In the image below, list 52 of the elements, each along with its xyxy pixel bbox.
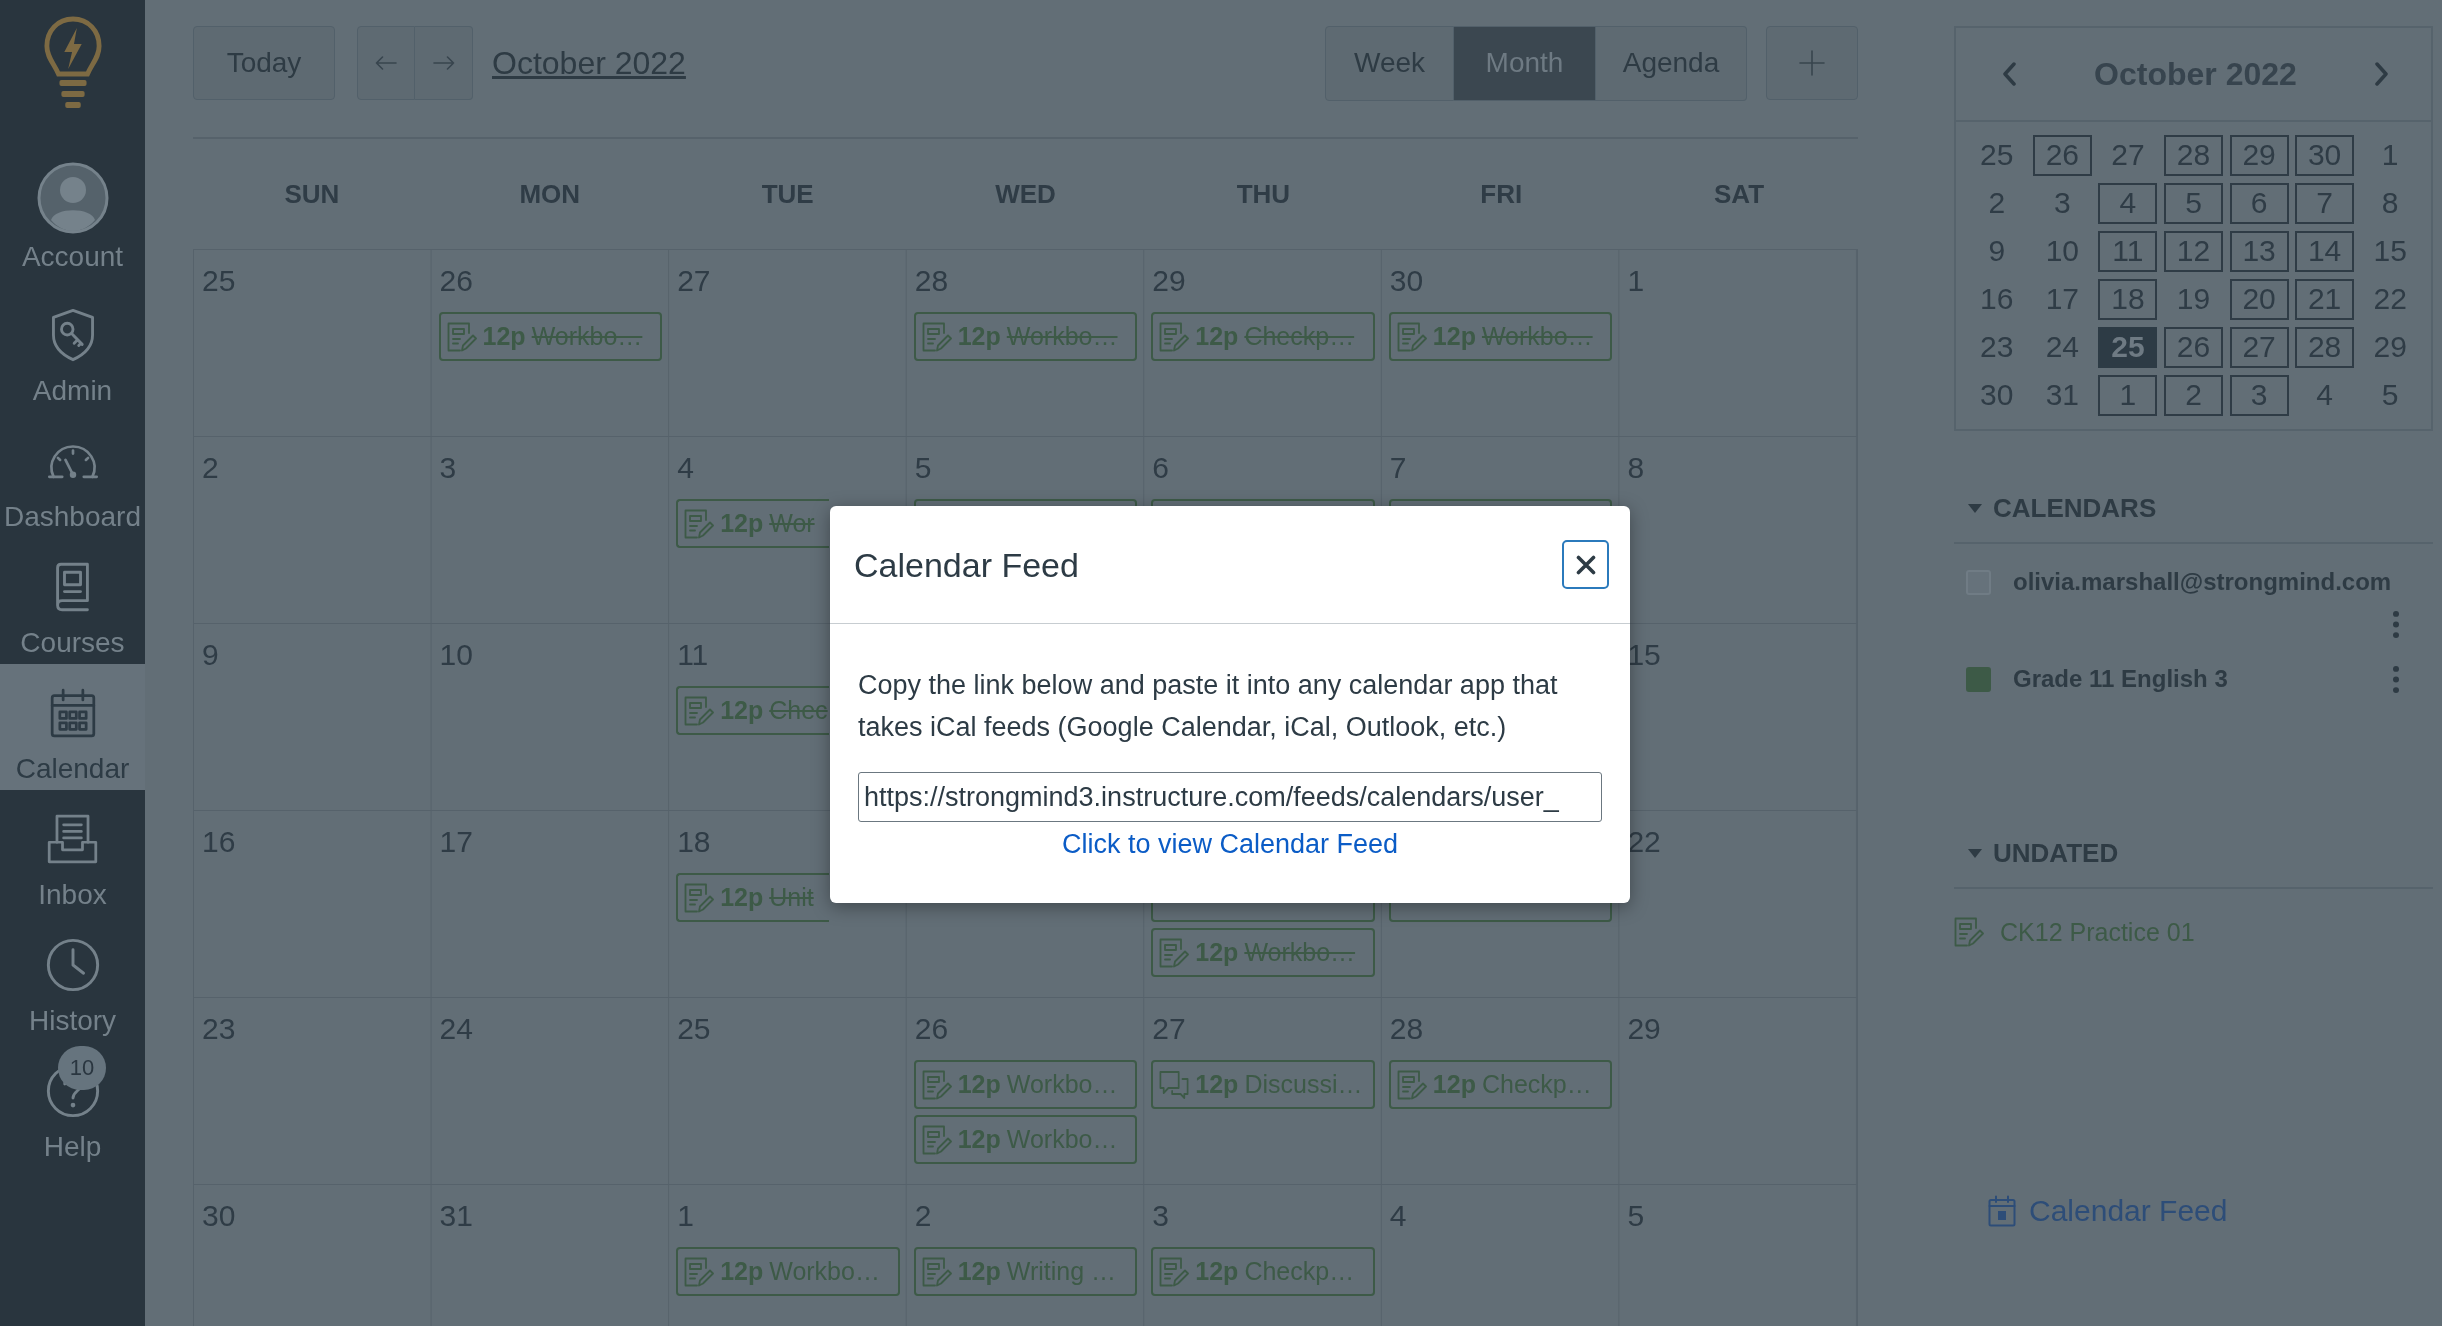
document-pencil-icon — [921, 321, 952, 352]
view-feed-link[interactable]: Click to view Calendar Feed — [1061, 829, 1399, 859]
document-pencil-icon — [1159, 1256, 1190, 1287]
inbox-icon — [47, 814, 98, 864]
document-pencil-icon — [684, 882, 715, 913]
document-pencil-icon — [921, 1124, 952, 1155]
close-button[interactable] — [1562, 540, 1609, 589]
chevron-right-icon — [2375, 62, 2389, 86]
nav-link[interactable]: Dashboard — [0, 412, 145, 538]
nav-link[interactable]: Calendar — [0, 664, 145, 790]
chevron-left-icon — [2002, 62, 2016, 86]
previous-month-button[interactable] — [2002, 62, 2016, 86]
nav-link[interactable]: Inbox — [0, 790, 145, 916]
document-pencil-icon — [684, 695, 715, 726]
nav-link[interactable]: Admin — [0, 286, 145, 412]
arrow-right-icon — [432, 56, 455, 70]
nav-link[interactable]: Account — [0, 160, 145, 286]
next-month-button[interactable] — [2375, 62, 2389, 86]
book-icon — [53, 562, 92, 612]
modal-title: Calendar Feed — [854, 544, 1079, 586]
mini-calendar-day[interactable]: 25 — [2098, 326, 2158, 368]
nav-link[interactable]: History — [0, 916, 145, 1042]
plus-icon — [1799, 50, 1825, 76]
previous-button[interactable] — [357, 26, 415, 100]
notification-badge: 10 — [58, 1046, 106, 1090]
document-pencil-icon — [921, 1069, 952, 1100]
nav-link[interactable]: Help 10 — [0, 1042, 145, 1168]
calendar-icon — [1988, 1195, 2016, 1227]
document-pencil-icon — [1396, 321, 1427, 352]
document-pencil-icon — [1159, 321, 1190, 352]
arrow-left-icon — [375, 56, 397, 70]
modal-message: Copy the link below and paste it into any calendar app that takes iCal feeds (Google Calendar, iCal, Outlook, etc.) — [858, 669, 1559, 744]
vertical-dots-icon — [2393, 665, 2399, 693]
clock-icon — [45, 938, 100, 992]
document-pencil-icon — [921, 1256, 952, 1287]
document-pencil-icon — [446, 321, 477, 352]
document-pencil-icon — [1954, 917, 1984, 947]
shield-key-icon — [49, 308, 96, 362]
calendar-icon — [49, 688, 96, 738]
document-pencil-icon — [1159, 937, 1190, 968]
next-button[interactable] — [415, 26, 473, 100]
document-pencil-icon — [1396, 1069, 1427, 1100]
close-icon — [1575, 554, 1596, 575]
nav-link[interactable]: Courses — [0, 538, 145, 664]
add-event-button[interactable] — [1766, 26, 1858, 100]
document-pencil-icon — [684, 1256, 715, 1287]
speech-bubbles-icon — [1159, 1069, 1190, 1100]
feed-url-field[interactable]: https://strongmind3.instructure.com/feeds/calendars/user_ — [858, 772, 1602, 822]
document-pencil-icon — [684, 508, 715, 539]
avatar-icon — [36, 162, 109, 234]
vertical-dots-icon — [2393, 610, 2399, 638]
checkbox[interactable] — [1966, 666, 1991, 692]
